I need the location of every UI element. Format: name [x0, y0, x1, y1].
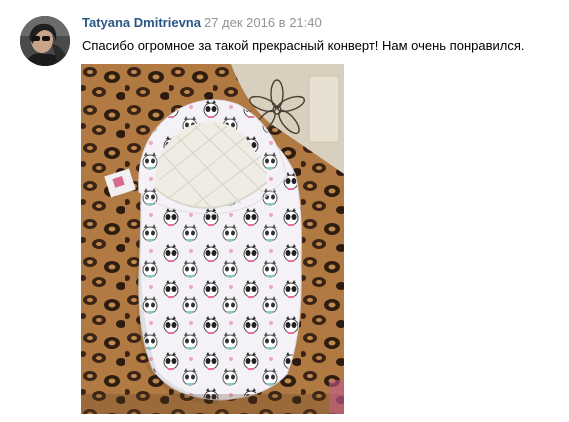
attached-photo[interactable]	[81, 64, 344, 414]
comment-header: Tatyana Dmitrievna 27 дек 2016 в 21:40	[82, 15, 322, 31]
comment-text: Спасибо огромное за такой прекрасный кон…	[82, 38, 525, 53]
author-avatar[interactable]	[20, 16, 70, 66]
avatar-photo-icon	[20, 16, 70, 66]
photo-icon	[81, 64, 344, 414]
author-name-link[interactable]: Tatyana Dmitrievna	[82, 15, 201, 30]
comment-date-link[interactable]: 27 дек 2016 в 21:40	[204, 15, 322, 30]
comment: Tatyana Dmitrievna 27 дек 2016 в 21:40 Сп…	[0, 0, 569, 422]
